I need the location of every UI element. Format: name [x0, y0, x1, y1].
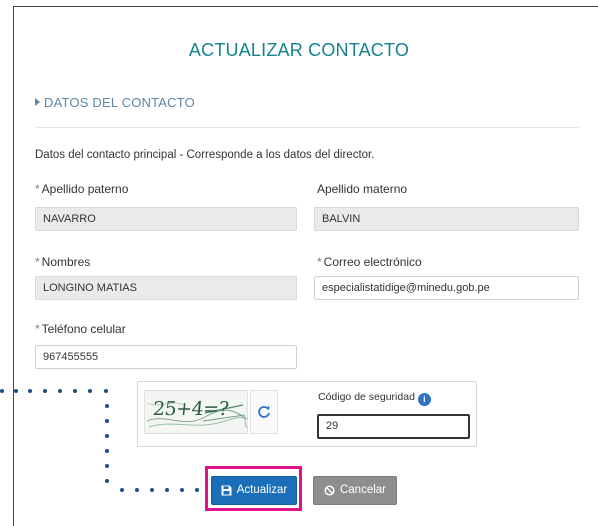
email-field[interactable]: especialistatidige@minedu.gob.pe [314, 276, 579, 300]
update-button-label: Actualizar [236, 484, 288, 496]
apellido-paterno-label-text: Apellido paterno [41, 182, 129, 196]
guide-dot [73, 389, 77, 393]
guide-dot [104, 389, 108, 393]
cancel-button[interactable]: Cancelar [313, 476, 397, 505]
apellido-paterno-field[interactable]: NAVARRO [35, 207, 297, 231]
guide-dot [88, 389, 92, 393]
update-button[interactable]: Actualizar [211, 476, 297, 505]
form-description: Datos del contacto principal - Correspon… [35, 149, 375, 161]
nombres-field[interactable]: LONGINO MATIAS [35, 276, 297, 300]
page-title: ACTUALIZAR CONTACTO [188, 40, 410, 60]
correo-label-text: Correo electrónico [323, 255, 422, 269]
security-code-input[interactable]: 29 [317, 414, 470, 439]
guide-dot [150, 488, 154, 492]
divider [35, 127, 579, 128]
telefono-field[interactable]: 967455555 [35, 345, 297, 369]
nombres-label: * Nombres [35, 255, 90, 269]
guide-dot [105, 464, 109, 468]
guide-dot [135, 488, 139, 492]
required-mark: * [35, 255, 40, 269]
guide-dot [0, 389, 4, 393]
guide-dot [105, 479, 109, 483]
correo-label: * Correo electrónico [317, 255, 422, 269]
section-title: DATOS DEL CONTACTO [44, 95, 195, 110]
guide-dot [28, 389, 32, 393]
security-code-label-text: Código de seguridad [318, 391, 415, 403]
guide-dot [105, 419, 109, 423]
telefono-label-text: Teléfono celular [41, 322, 126, 336]
required-mark: * [35, 182, 40, 196]
required-mark: * [35, 322, 40, 336]
guide-dot [195, 488, 199, 492]
telefono-label: * Teléfono celular [35, 322, 126, 336]
guide-dot [165, 488, 169, 492]
info-icon[interactable]: i [417, 393, 431, 406]
refresh-icon [258, 405, 270, 418]
guide-dot [105, 434, 109, 438]
floppy-disk-icon [221, 485, 232, 496]
nombres-label-text: Nombres [41, 255, 91, 269]
guide-dot [58, 389, 62, 393]
dotted-guide [0, 389, 199, 492]
guide-dot [120, 488, 124, 492]
apellido-materno-label: Apellido materno [317, 182, 408, 196]
apellido-paterno-label: * Apellido paterno [35, 182, 128, 196]
cancel-button-label: Cancelar [339, 484, 387, 496]
guide-dot [105, 404, 109, 408]
section-header[interactable]: DATOS DEL CONTACTO [35, 95, 195, 110]
guide-dot [14, 389, 18, 393]
caret-right-icon [35, 98, 40, 106]
apellido-materno-field[interactable]: BALVIN [314, 207, 579, 231]
guide-dot [180, 488, 184, 492]
ban-icon [324, 485, 335, 496]
guide-dot [43, 389, 47, 393]
refresh-captcha-button[interactable] [250, 390, 278, 434]
required-mark: * [317, 255, 322, 269]
security-code-label: Código de seguridad i [318, 391, 431, 406]
guide-dot [105, 449, 109, 453]
